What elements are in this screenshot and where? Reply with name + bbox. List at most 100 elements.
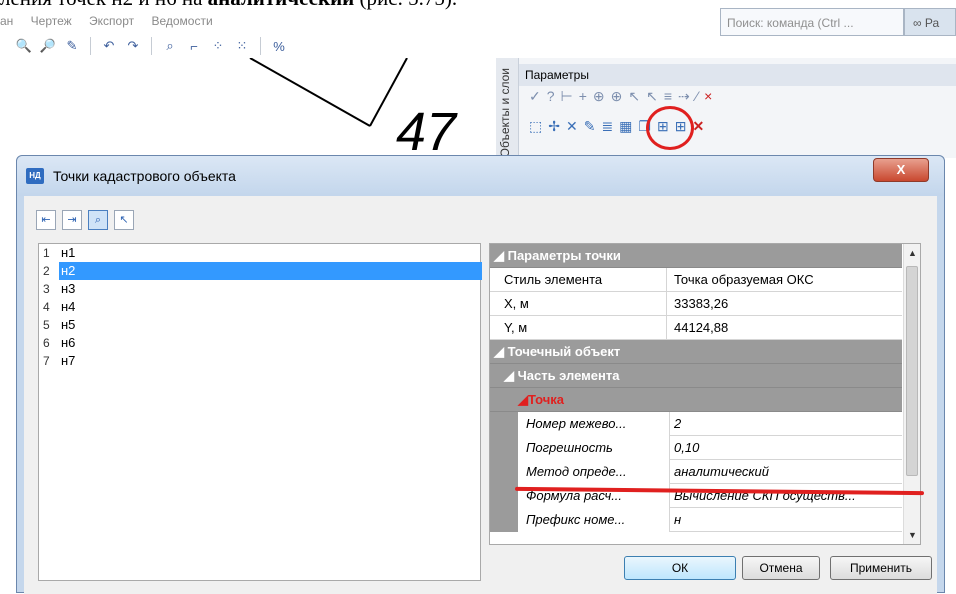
check-icon[interactable]: ✓ (529, 88, 541, 105)
pointer-icon[interactable]: ↖ (628, 88, 640, 105)
question-icon[interactable]: ? (547, 88, 555, 105)
list-item[interactable]: 4 н4 (39, 298, 480, 316)
category-label: ◢Точка (518, 392, 565, 407)
list-item-label: н2 (59, 262, 482, 280)
property-value[interactable]: 0,10 (670, 436, 902, 460)
points-edit-icon[interactable]: ⁙ (232, 36, 252, 56)
property-row-error[interactable]: Погрешность 0,10 (490, 436, 902, 460)
menu-item-drawing[interactable]: Чертеж (31, 14, 72, 28)
category-text: Точечный объект (507, 344, 621, 359)
menu-bar: ан Чертеж Экспорт Ведомости (0, 14, 227, 30)
indent-gutter (490, 460, 518, 484)
category-text: Часть элемента (517, 368, 620, 383)
ok-button[interactable]: ОК (624, 556, 736, 580)
list-icon[interactable]: ≣ (601, 118, 613, 135)
property-row-style[interactable]: Стиль элемента Точка образуемая ОКС (490, 268, 902, 292)
percent-icon[interactable]: % (269, 36, 289, 56)
brush-icon[interactable]: ✎ (62, 36, 82, 56)
zoom-to-point-icon[interactable]: ⌕ (88, 210, 108, 230)
binoculars-icon[interactable]: ⌕ (160, 36, 180, 56)
caption-prefix: ления точек н2 и н6 на (0, 0, 208, 10)
property-row-x[interactable]: X, м 33383,26 (490, 292, 902, 316)
redo-icon[interactable]: ↷ (123, 36, 143, 56)
list-item-number: 7 (43, 354, 50, 368)
select-on-map-icon[interactable]: ↖ (114, 210, 134, 230)
property-key: Метод опреде... (518, 460, 670, 484)
points-table-icon[interactable]: ▦ (619, 118, 632, 135)
indent-gutter (490, 484, 518, 508)
list-item[interactable]: 5 н5 (39, 316, 480, 334)
app-icon: НД (26, 168, 44, 184)
property-value[interactable]: Точка образуемая ОКС (670, 268, 902, 292)
list-item-label: н6 (61, 335, 76, 350)
delete-icon[interactable]: × (704, 88, 712, 105)
property-value[interactable]: 44124,88 (670, 316, 902, 340)
undo-icon[interactable]: ↶ (99, 36, 119, 56)
cancel-button[interactable]: Отмена (742, 556, 820, 580)
property-key: Префикс номе... (518, 508, 670, 532)
category-point-params[interactable]: ◢ Параметры точки (490, 244, 902, 268)
points-list[interactable]: 1 н1 2 н2 3 н3 4 н4 5 н5 6 н6 7 н7 (38, 243, 482, 581)
property-row-survey-number[interactable]: Номер межево... 2 (490, 412, 902, 436)
property-value[interactable]: аналитический (670, 460, 902, 484)
indent-gutter (490, 412, 518, 436)
crosshair-icon[interactable]: ⊕ (593, 88, 605, 105)
pick-icon[interactable]: ⁄ (696, 88, 698, 105)
property-value[interactable]: н (670, 508, 902, 532)
scroll-up-icon[interactable]: ▲ (908, 248, 917, 258)
list-item[interactable]: 1 н1 (39, 244, 480, 262)
cadastral-points-dialog: НД Точки кадастрового объекта X ⇤ ⇥ ⌕ ↖ … (16, 155, 945, 594)
list-item-number: 4 (43, 300, 50, 314)
list-item-number: 3 (43, 282, 50, 296)
objects-layers-tab-label: Объекты и слои (498, 68, 512, 158)
zoom-out-icon[interactable]: 🔎 (38, 36, 58, 56)
scroll-thumb[interactable] (906, 266, 918, 476)
dialog-titlebar[interactable]: НД Точки кадастрового объекта X (17, 156, 944, 196)
property-value[interactable]: 2 (670, 412, 902, 436)
polyline-icon[interactable]: ⌐ (184, 36, 204, 56)
list-item[interactable]: 3 н3 (39, 280, 480, 298)
category-point[interactable]: ◢Точка (490, 388, 902, 412)
apply-button[interactable]: Применить (830, 556, 932, 580)
category-element-part[interactable]: ◢ Часть элемента (490, 364, 902, 388)
toolbar-separator (260, 37, 261, 55)
move-icon[interactable]: ⇢ (678, 88, 690, 105)
add-point-icon[interactable]: ✢ (548, 118, 560, 135)
zoom-in-icon[interactable]: 🔍 (14, 36, 34, 56)
property-row-y[interactable]: Y, м 44124,88 (490, 316, 902, 340)
hatch-icon[interactable]: ≡ (664, 88, 672, 105)
category-point-object[interactable]: ◢ Точечный объект (490, 340, 902, 364)
pointer-text-icon[interactable]: ↖ (646, 88, 658, 105)
remove-point-icon[interactable]: ✕ (566, 118, 578, 135)
dialog-body: ⇤ ⇥ ⌕ ↖ 1 н1 2 н2 3 н3 4 н4 5 н5 6 н6 7 н7 ◢ Па… (24, 196, 937, 594)
property-grid[interactable]: ◢ Параметры точки Стиль элемента Точка об… (489, 243, 921, 545)
list-item[interactable]: 7 н7 (39, 352, 480, 370)
property-value[interactable]: Вычисление СКП осуществ... (670, 484, 902, 508)
search-options-button[interactable]: ∞ Ра (904, 8, 956, 36)
command-search-input[interactable]: Поиск: команда (Ctrl ... (720, 8, 904, 36)
edit-point-icon[interactable]: ✎ (584, 118, 596, 135)
property-value[interactable]: 33383,26 (670, 292, 902, 316)
segment-icon[interactable]: ⊢ (561, 88, 573, 105)
snap-icon[interactable]: ⊕ (611, 88, 623, 105)
insert-after-icon[interactable]: ⇥ (62, 210, 82, 230)
list-item-selected[interactable]: 2 н2 (39, 262, 482, 280)
list-item-number: 1 (43, 246, 50, 260)
close-red-icon[interactable]: ✕ (692, 118, 704, 135)
property-key: Y, м (490, 316, 667, 340)
menu-item-plan[interactable]: ан (0, 14, 13, 28)
list-item-label: н5 (61, 317, 76, 332)
property-grid-scrollbar[interactable]: ▲ ▼ (903, 244, 920, 544)
property-row-method[interactable]: Метод опреде... аналитический (490, 460, 902, 484)
property-row-prefix[interactable]: Префикс номе... н (490, 508, 902, 532)
list-item[interactable]: 6 н6 (39, 334, 480, 352)
close-button[interactable]: X (873, 158, 929, 182)
scroll-down-icon[interactable]: ▼ (908, 530, 917, 540)
insert-before-icon[interactable]: ⇤ (36, 210, 56, 230)
property-key: Номер межево... (518, 412, 670, 436)
plus-icon[interactable]: + (579, 88, 587, 105)
menu-item-export[interactable]: Экспорт (89, 14, 134, 28)
menu-item-statements[interactable]: Ведомости (151, 14, 212, 28)
select-points-icon[interactable]: ⬚ (529, 118, 542, 135)
points-icon[interactable]: ⁘ (208, 36, 228, 56)
